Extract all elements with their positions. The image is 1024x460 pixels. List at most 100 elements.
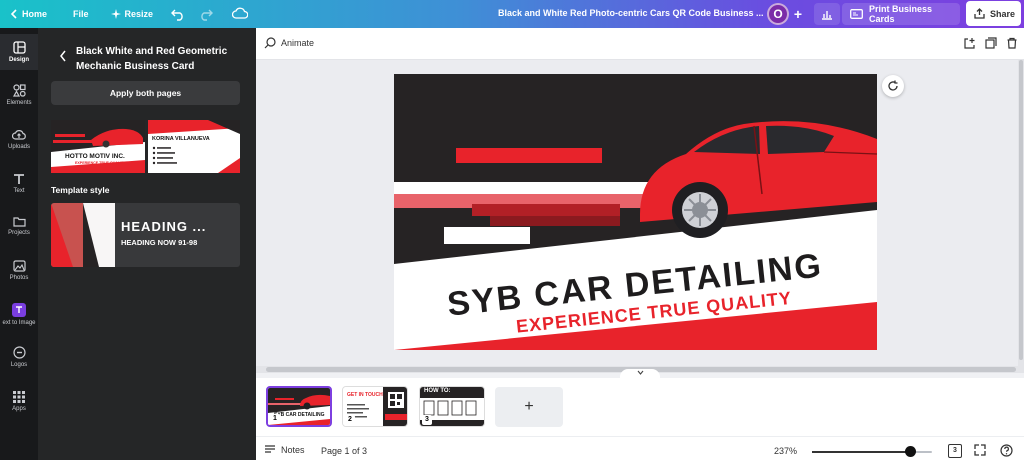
print-business-cards-button[interactable]: Print Business Cards	[842, 3, 960, 25]
rail-item-photos[interactable]: Photos	[0, 252, 38, 288]
rail-label: Projects	[8, 230, 30, 236]
file-menu-button[interactable]: File	[73, 9, 89, 19]
home-button[interactable]: Home	[10, 9, 47, 19]
cloud-check-icon[interactable]	[232, 7, 248, 20]
apps-grid-icon	[13, 390, 25, 403]
page1-text: SYB CAR DETAILING	[274, 412, 325, 418]
front-thumbnail-art	[51, 120, 145, 173]
template-style-card[interactable]: HEADING ... HEADING NOW 91-98	[51, 203, 240, 267]
sparkle-icon	[110, 9, 121, 19]
redo-icon[interactable]	[199, 7, 213, 21]
animate-icon	[264, 37, 276, 49]
thumb1-company: HOTTO MOTIV INC.	[65, 153, 125, 160]
page-number: 1	[270, 414, 280, 424]
notes-button[interactable]: Notes	[264, 445, 305, 455]
resize-button[interactable]: Resize	[110, 9, 154, 19]
add-collaborator-button[interactable]: +	[791, 6, 805, 22]
zoom-slider-handle[interactable]	[905, 446, 916, 457]
page-indicator[interactable]: Page 1 of 3	[321, 446, 367, 456]
chevron-left-icon	[10, 9, 17, 19]
thumb1-tagline: EXPERIENCE TRUE QUALITY	[75, 161, 126, 165]
share-button[interactable]: Share	[966, 1, 1021, 26]
rail-item-text[interactable]: Text	[0, 165, 38, 201]
rail-label: Photos	[9, 274, 29, 281]
page-number: 2	[345, 415, 355, 425]
apply-both-pages-button[interactable]: Apply both pages	[51, 81, 240, 105]
top-bar: Home File Resize Black and White Red Pho…	[0, 0, 1024, 28]
vertical-scrollbar[interactable]	[1018, 60, 1024, 366]
rail-item-apps[interactable]: Apps	[0, 383, 38, 419]
bar-chart-icon	[822, 10, 832, 20]
notes-icon	[265, 445, 275, 453]
rail-label: Elements	[6, 100, 32, 106]
card-icon	[850, 9, 863, 19]
animate-label: Animate	[281, 38, 315, 48]
logo-badge-icon	[12, 346, 26, 359]
template-style-label: Template style	[51, 185, 110, 195]
share-icon	[974, 8, 985, 19]
file-label: File	[73, 9, 89, 19]
page-number: 3	[422, 415, 432, 425]
rail-item-uploads[interactable]: Uploads	[0, 121, 38, 157]
zoom-percentage[interactable]: 237%	[774, 446, 797, 456]
rail-label: Text	[13, 187, 25, 194]
page3-text: HOW TO:	[424, 388, 451, 394]
regenerate-button[interactable]	[882, 75, 904, 97]
text-icon	[14, 173, 24, 184]
chevron-left-icon[interactable]	[59, 50, 67, 62]
rail-label: ext to Image	[2, 319, 36, 326]
print-label: Print Business Cards	[869, 4, 933, 24]
business-card-front[interactable]: SYB CAR DETAILING EXPERIENCE TRUE QUALIT…	[394, 74, 877, 350]
upload-cloud-icon	[12, 129, 26, 140]
card-artwork: SYB CAR DETAILING EXPERIENCE TRUE QUALIT…	[394, 74, 877, 350]
template-title: Black White and Red Geometric Mechanic B…	[76, 46, 228, 72]
image-icon	[12, 259, 26, 272]
template-page-thumbnail-back[interactable]: KORINA VILLANUEVA	[148, 120, 240, 173]
add-page-button[interactable]: +	[495, 387, 563, 427]
document-title[interactable]: Black and White Red Photo-centric Cars Q…	[498, 8, 764, 18]
analytics-button[interactable]	[814, 3, 840, 25]
left-rail: Design Elements Uploads Text Projects Ph…	[0, 28, 38, 460]
page-thumbnail-2[interactable]: GET IN TOUCH 2	[342, 386, 408, 427]
undo-icon[interactable]	[171, 7, 185, 21]
resize-label: Resize	[124, 9, 154, 19]
rail-label: Apps	[12, 405, 26, 412]
rail-item-design[interactable]: Design	[0, 34, 38, 70]
rail-item-logos[interactable]: Logos	[0, 339, 38, 375]
back-thumbnail-art	[148, 120, 240, 173]
rail-label: Design	[8, 57, 29, 63]
text-to-image-app-icon	[12, 302, 26, 317]
style-color-swatch	[51, 203, 115, 267]
rail-item-elements[interactable]: Elements	[0, 77, 38, 113]
page-thumbnail-1[interactable]: SYB CAR DETAILING 1	[266, 386, 332, 427]
home-label: Home	[22, 9, 48, 19]
template-page-thumbnail-front[interactable]: HOTTO MOTIV INC. EXPERIENCE TRUE QUALITY	[51, 120, 145, 173]
duplicate-page-icon[interactable]	[985, 37, 997, 49]
rail-label: Logos	[10, 362, 28, 368]
style-heading-sample: HEADING ...	[121, 219, 207, 234]
rail-item-projects[interactable]: Projects	[0, 208, 38, 244]
bottom-bar: Notes Page 1 of 3 237% 3	[256, 436, 1024, 460]
chevron-down-icon	[637, 370, 643, 375]
share-label: Share	[990, 8, 1016, 19]
fullscreen-icon[interactable]	[974, 444, 986, 456]
delete-page-icon[interactable]	[1006, 37, 1018, 49]
style-subheading-sample: HEADING NOW 91-98	[121, 238, 198, 247]
rail-item-text-to-image[interactable]: ext to Image	[0, 296, 38, 332]
notes-label: Notes	[281, 445, 305, 455]
user-avatar[interactable]: O	[767, 3, 789, 25]
page-grid-button[interactable]: 3	[948, 444, 962, 458]
page-strip: SYB CAR DETAILING 1 GET IN TOUCH 2 HOW T…	[256, 378, 1024, 436]
design-icon	[12, 41, 26, 54]
page2-text: GET IN TOUCH	[347, 392, 383, 398]
shapes-icon	[12, 84, 26, 97]
refresh-sparkle-icon	[888, 80, 898, 91]
thumb2-name: KORINA VILLANUEVA	[152, 136, 210, 142]
add-page-icon[interactable]	[964, 37, 976, 49]
page-thumbnail-3[interactable]: HOW TO: 3	[419, 386, 485, 427]
animate-button[interactable]: Animate	[264, 37, 314, 49]
rail-label: Uploads	[7, 143, 30, 150]
design-panel: Black White and Red Geometric Mechanic B…	[38, 28, 256, 460]
editor-toolbar: Animate	[256, 28, 1024, 60]
help-icon[interactable]	[1000, 444, 1013, 457]
